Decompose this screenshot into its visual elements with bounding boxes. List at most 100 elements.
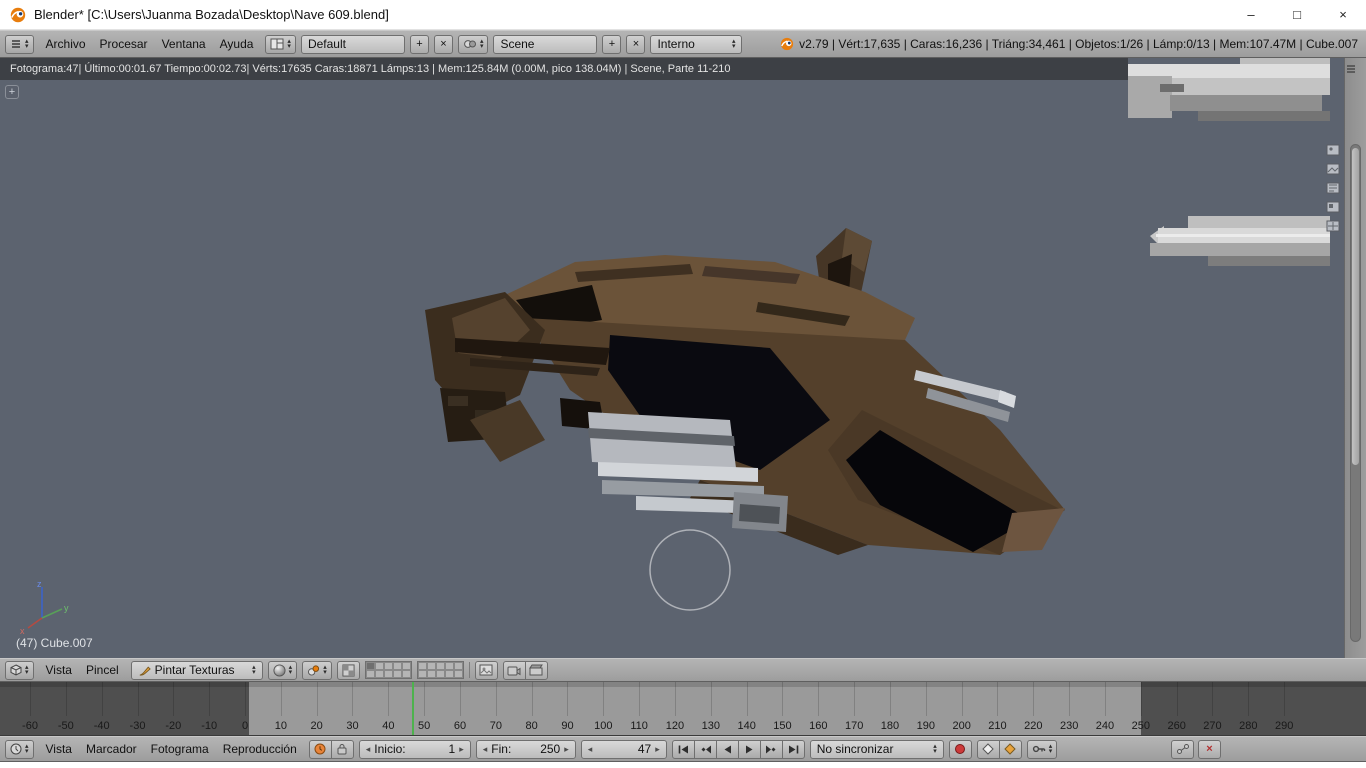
scene-selector[interactable] bbox=[458, 35, 489, 54]
menu-vista-3d[interactable]: Vista bbox=[39, 663, 79, 677]
window-controls: – □ × bbox=[1228, 0, 1366, 30]
close-button[interactable]: × bbox=[1320, 0, 1366, 30]
preview-range-clock-icon bbox=[314, 743, 326, 755]
jump-to-end-button[interactable] bbox=[782, 740, 805, 759]
render-opengl-anim-button[interactable] bbox=[525, 661, 548, 680]
sync-mode-dropdown[interactable]: No sincronizar bbox=[810, 740, 944, 759]
texture-checker-toggle[interactable] bbox=[337, 661, 360, 680]
timeline-playhead[interactable] bbox=[412, 682, 414, 735]
ruler-number: -40 bbox=[94, 720, 110, 732]
jump-to-start-button[interactable] bbox=[672, 740, 695, 759]
panel-tab-icon[interactable] bbox=[1326, 220, 1340, 232]
layer-cell[interactable] bbox=[445, 670, 454, 678]
screen-layout-field[interactable]: Default bbox=[301, 35, 405, 54]
scene-field[interactable]: Scene bbox=[493, 35, 597, 54]
layer-cell[interactable] bbox=[402, 662, 411, 670]
editor-type-button-timeline[interactable] bbox=[5, 740, 34, 759]
interaction-mode-dropdown[interactable]: Pintar Texturas bbox=[131, 661, 263, 680]
layer-cell[interactable] bbox=[454, 670, 463, 678]
menu-reproduccion[interactable]: Reproducción bbox=[216, 742, 304, 756]
next-keyframe-button[interactable] bbox=[760, 740, 783, 759]
layer-cell[interactable] bbox=[427, 670, 436, 678]
layer-cell[interactable] bbox=[445, 662, 454, 670]
ruler-number: 50 bbox=[418, 720, 430, 732]
menu-ayuda[interactable]: Ayuda bbox=[213, 37, 261, 51]
layers-widget[interactable] bbox=[365, 661, 412, 679]
frame-start-field[interactable]: Inicio: 1 bbox=[359, 740, 471, 759]
layer-cell[interactable] bbox=[454, 662, 463, 670]
timeline-ruler[interactable]: -60-50-40-30-20-100102030405060708090100… bbox=[0, 682, 1366, 736]
menu-fotograma[interactable]: Fotograma bbox=[144, 742, 216, 756]
record-button[interactable] bbox=[949, 740, 972, 759]
collapsed-panel-menu-icon[interactable] bbox=[1345, 63, 1366, 75]
ruler-number: 100 bbox=[594, 720, 612, 732]
keying-set-dropdown[interactable] bbox=[1027, 740, 1058, 759]
ruler-number: -60 bbox=[22, 720, 38, 732]
screenshot-button[interactable] bbox=[475, 661, 498, 680]
screen-layout-selector[interactable] bbox=[265, 35, 296, 54]
menu-procesar[interactable]: Procesar bbox=[93, 37, 155, 51]
toolshelf-expand-icon[interactable]: + bbox=[5, 85, 19, 99]
panel-tab-icon[interactable] bbox=[1326, 201, 1340, 213]
minimize-button[interactable]: – bbox=[1228, 0, 1274, 30]
layer-cell[interactable] bbox=[384, 662, 393, 670]
layer-cell[interactable] bbox=[384, 670, 393, 678]
timeline-header: Vista Marcador Fotograma Reproducción In… bbox=[0, 736, 1366, 762]
axis-y-label: y bbox=[64, 603, 69, 613]
render-engine-field[interactable]: Interno bbox=[650, 35, 742, 54]
ruler-number: 230 bbox=[1060, 720, 1078, 732]
playback-controls bbox=[672, 740, 805, 759]
viewport-scrollbar[interactable] bbox=[1350, 144, 1361, 642]
frame-end-field[interactable]: Fin: 250 bbox=[476, 740, 576, 759]
lock-time-cursor-toggle[interactable] bbox=[331, 740, 354, 759]
keyframe-diamond-button[interactable] bbox=[977, 740, 1000, 759]
layer-cell[interactable] bbox=[402, 670, 411, 678]
editor-type-button-3dview[interactable] bbox=[5, 661, 34, 680]
layer-cell[interactable] bbox=[366, 670, 375, 678]
menu-marcador[interactable]: Marcador bbox=[79, 742, 144, 756]
ruler-number: 280 bbox=[1239, 720, 1257, 732]
right-panel-strip[interactable] bbox=[1344, 58, 1366, 658]
layer-cell[interactable] bbox=[418, 670, 427, 678]
panel-tab-icon[interactable] bbox=[1326, 144, 1340, 156]
add-scene-button[interactable]: + bbox=[602, 35, 621, 54]
layer-cell[interactable] bbox=[393, 662, 402, 670]
editor-type-button-info[interactable] bbox=[5, 35, 34, 54]
menu-ventana[interactable]: Ventana bbox=[155, 37, 213, 51]
play-reverse-button[interactable] bbox=[716, 740, 739, 759]
current-frame-field[interactable]: 47 bbox=[581, 740, 667, 759]
layer-cell[interactable] bbox=[393, 670, 402, 678]
play-button[interactable] bbox=[738, 740, 761, 759]
layer-cell[interactable] bbox=[436, 670, 445, 678]
render-opengl-button[interactable] bbox=[503, 661, 526, 680]
panel-tab-icon[interactable] bbox=[1326, 182, 1340, 194]
prev-keyframe-button[interactable] bbox=[694, 740, 717, 759]
layer-cell[interactable] bbox=[375, 662, 384, 670]
panel-tab-icon[interactable] bbox=[1326, 163, 1340, 175]
layer-cell[interactable] bbox=[375, 670, 384, 678]
preview-range-toggle[interactable] bbox=[309, 740, 332, 759]
close-scene-button[interactable]: × bbox=[626, 35, 645, 54]
keyframe-diamond-icon bbox=[982, 743, 994, 755]
frame-start-label: Inicio: bbox=[374, 742, 405, 756]
viewport-shading-dropdown[interactable] bbox=[268, 661, 298, 680]
menu-pincel[interactable]: Pincel bbox=[79, 663, 126, 677]
maximize-button[interactable]: □ bbox=[1274, 0, 1320, 30]
pivot-center-dropdown[interactable] bbox=[302, 661, 332, 680]
add-screen-button[interactable]: + bbox=[410, 35, 429, 54]
keyframe-diamond-active-button[interactable] bbox=[999, 740, 1022, 759]
insert-keyframe-button[interactable] bbox=[1171, 740, 1194, 759]
layer-cell[interactable] bbox=[427, 662, 436, 670]
menu-archivo[interactable]: Archivo bbox=[39, 37, 93, 51]
ruler-number: 90 bbox=[561, 720, 573, 732]
frame-start-value: 1 bbox=[410, 742, 456, 756]
delete-keyframe-button[interactable]: × bbox=[1198, 740, 1221, 759]
viewport-scrollbar-thumb[interactable] bbox=[1352, 148, 1359, 465]
viewport-3d[interactable]: Fotograma:47| Último:00:01.67 Tiempo:00:… bbox=[0, 58, 1366, 658]
layer-cell[interactable] bbox=[418, 662, 427, 670]
layer-cell[interactable] bbox=[366, 662, 375, 670]
close-screen-button[interactable]: × bbox=[434, 35, 453, 54]
layer-cell[interactable] bbox=[436, 662, 445, 670]
menu-vista-timeline[interactable]: Vista bbox=[39, 742, 79, 756]
layers-widget[interactable] bbox=[417, 661, 464, 679]
